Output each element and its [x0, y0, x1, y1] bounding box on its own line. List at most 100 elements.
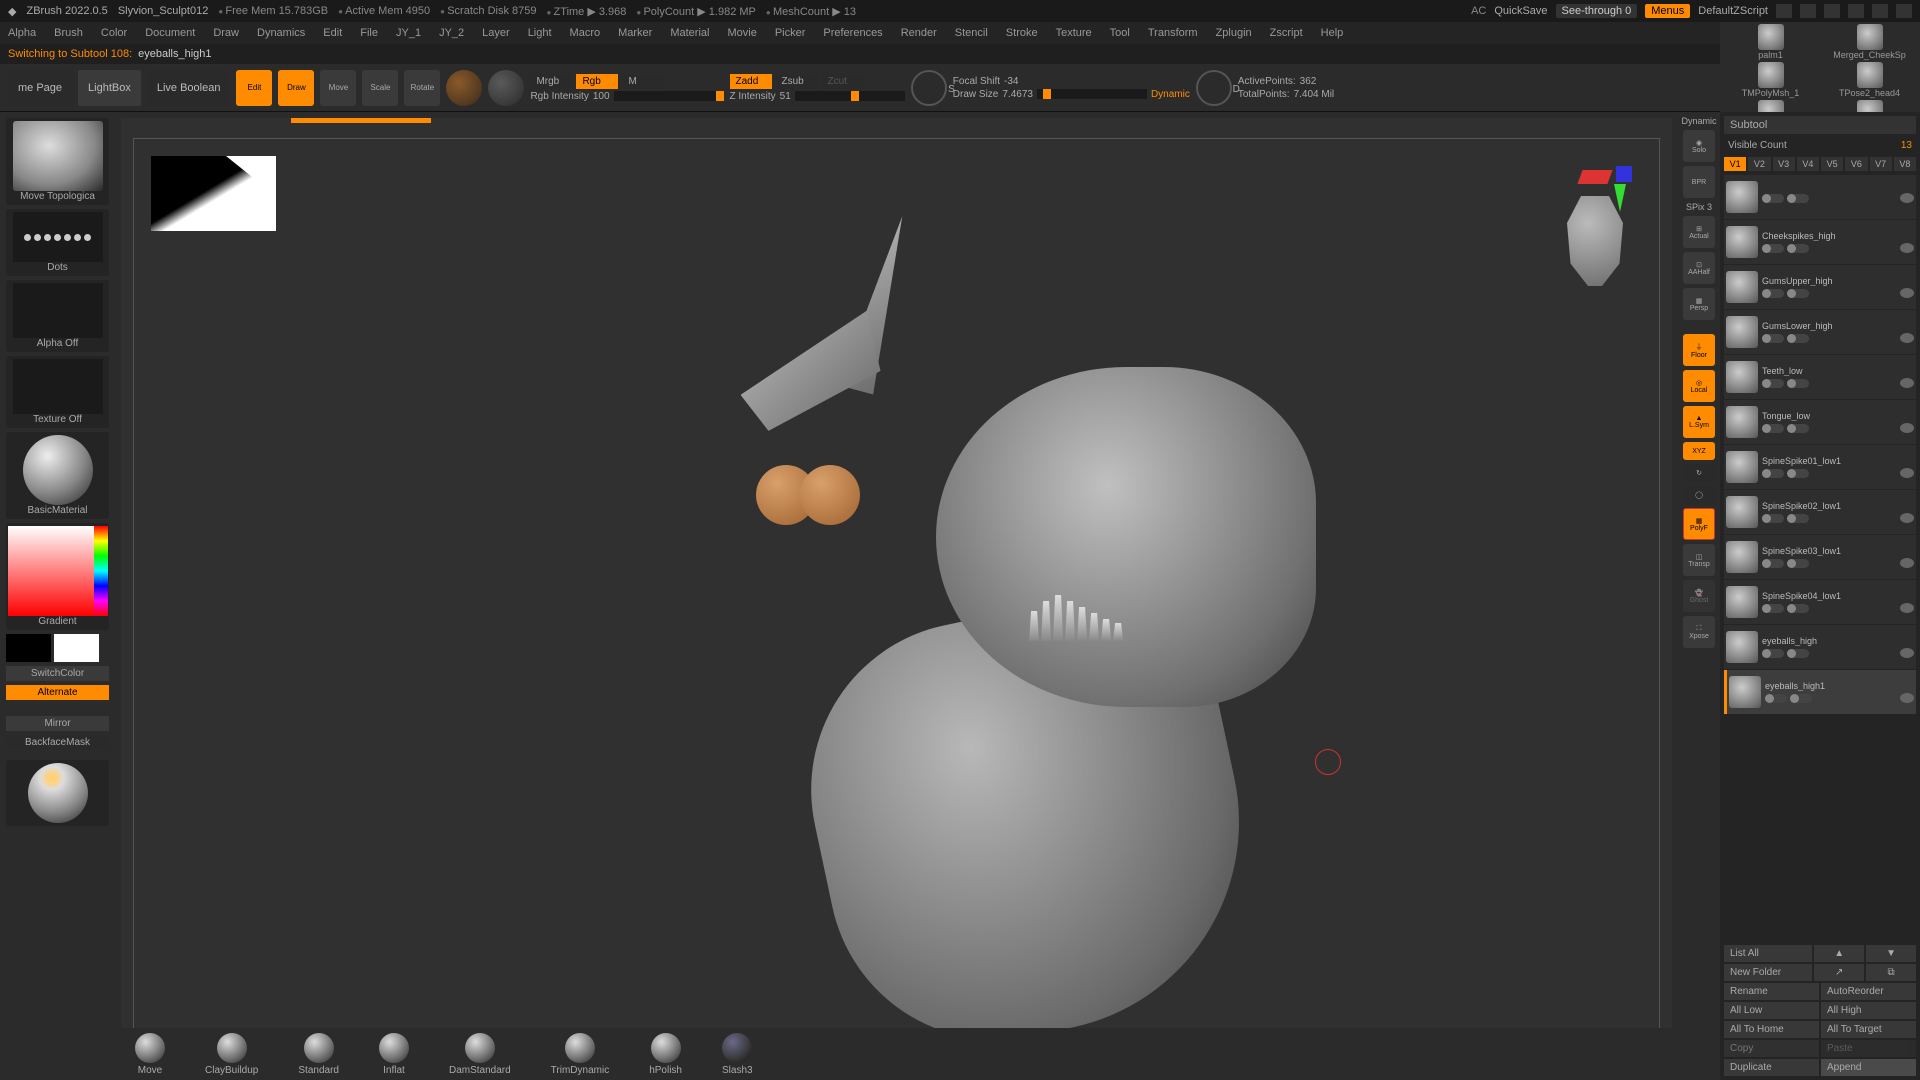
moveup-button[interactable]: ▲: [1814, 945, 1864, 962]
arrow-button[interactable]: ↗: [1814, 964, 1864, 981]
tool-thumb[interactable]: TPose2_head4: [1821, 62, 1918, 98]
shelf-brush-inflat[interactable]: Inflat: [379, 1033, 409, 1076]
view-tab-v4[interactable]: V4: [1797, 157, 1819, 171]
switchcolor-button[interactable]: SwitchColor: [6, 666, 109, 681]
listall-button[interactable]: List All: [1724, 945, 1812, 962]
subtool-toggle[interactable]: [1787, 469, 1809, 478]
duplicate-button[interactable]: Duplicate: [1724, 1059, 1819, 1076]
view-tab-v2[interactable]: V2: [1748, 157, 1770, 171]
color-picker-gradient[interactable]: [8, 526, 108, 616]
close-icon[interactable]: [1896, 4, 1912, 18]
mirror-button[interactable]: Mirror: [6, 716, 109, 731]
subtool-item[interactable]: Cheekspikes_high: [1724, 220, 1916, 264]
window-control-icon[interactable]: [1800, 4, 1816, 18]
view-tab-v5[interactable]: V5: [1821, 157, 1843, 171]
stroke-selector[interactable]: Dots: [6, 209, 109, 276]
alpha-selector[interactable]: Alpha Off: [6, 280, 109, 352]
draw-gauge-icon[interactable]: D: [1196, 70, 1232, 106]
mrgb-button[interactable]: Mrgb: [530, 74, 572, 89]
menu-color[interactable]: Color: [101, 27, 127, 39]
subtool-item[interactable]: Teeth_low: [1724, 355, 1916, 399]
menu-preferences[interactable]: Preferences: [823, 27, 882, 39]
gradient-label[interactable]: Gradient: [38, 616, 76, 627]
view-tab-v1[interactable]: V1: [1724, 157, 1746, 171]
ac-label[interactable]: AC: [1471, 5, 1486, 17]
menu-help[interactable]: Help: [1321, 27, 1344, 39]
shelf-brush-standard[interactable]: Standard: [298, 1033, 339, 1076]
shelf-brush-hpolish[interactable]: hPolish: [649, 1033, 682, 1076]
subtool-toggle[interactable]: [1762, 649, 1784, 658]
swatch-white[interactable]: [54, 634, 99, 662]
lightbox-button[interactable]: LightBox: [78, 70, 141, 106]
zcut-button[interactable]: Zcut: [822, 74, 864, 89]
append-button[interactable]: Append: [1821, 1059, 1916, 1076]
subtool-toggle[interactable]: [1787, 334, 1809, 343]
subtool-toggle[interactable]: [1765, 694, 1787, 703]
menu-jy1[interactable]: JY_1: [396, 27, 421, 39]
subtool-item[interactable]: eyeballs_high1: [1724, 670, 1916, 714]
subtool-toggle[interactable]: [1787, 289, 1809, 298]
allhigh-button[interactable]: All High: [1821, 1002, 1916, 1019]
alternate-button[interactable]: Alternate: [6, 685, 109, 700]
menu-stencil[interactable]: Stencil: [955, 27, 988, 39]
maximize-icon[interactable]: [1872, 4, 1888, 18]
local-button[interactable]: ◎Local: [1683, 370, 1715, 402]
window-control-icon[interactable]: [1776, 4, 1792, 18]
menus-button[interactable]: Menus: [1645, 4, 1690, 18]
draw-mode-button[interactable]: Draw: [278, 70, 314, 106]
subtool-toggle[interactable]: [1762, 379, 1784, 388]
persp-button[interactable]: ▦Persp: [1683, 288, 1715, 320]
menu-dynamics[interactable]: Dynamics: [257, 27, 305, 39]
subtool-toggle[interactable]: [1787, 514, 1809, 523]
subtool-header[interactable]: Subtool: [1724, 116, 1916, 134]
window-control-icon[interactable]: [1824, 4, 1840, 18]
menu-brush[interactable]: Brush: [54, 27, 83, 39]
autoreorder-button[interactable]: AutoReorder: [1821, 983, 1916, 1000]
subtool-toggle[interactable]: [1762, 194, 1784, 203]
menu-macro[interactable]: Macro: [570, 27, 601, 39]
edit-mode-button[interactable]: Edit: [236, 70, 272, 106]
subtool-toggle[interactable]: [1787, 379, 1809, 388]
menu-tool[interactable]: Tool: [1110, 27, 1130, 39]
tool-thumb[interactable]: palm1: [1722, 24, 1819, 60]
menu-jy2[interactable]: JY_2: [439, 27, 464, 39]
xyz-button[interactable]: XYZ: [1683, 442, 1715, 460]
rgb-intensity-slider[interactable]: [614, 91, 724, 101]
shelf-brush-trimdynamic[interactable]: TrimDynamic: [551, 1033, 610, 1076]
brush-selector[interactable]: Move Topologica: [6, 118, 109, 205]
alltohome-button[interactable]: All To Home: [1724, 1021, 1819, 1038]
copy-button[interactable]: Copy: [1724, 1040, 1819, 1057]
subtool-toggle[interactable]: [1787, 424, 1809, 433]
menu-light[interactable]: Light: [528, 27, 552, 39]
visibility-eye-icon[interactable]: [1900, 603, 1914, 613]
visibility-eye-icon[interactable]: [1900, 468, 1914, 478]
view-tab-v7[interactable]: V7: [1870, 157, 1892, 171]
texture-selector[interactable]: Texture Off: [6, 356, 109, 428]
subtool-item[interactable]: GumsUpper_high: [1724, 265, 1916, 309]
sphere-icon[interactable]: [488, 70, 524, 106]
subtool-toggle[interactable]: [1762, 334, 1784, 343]
rotate-mode-button[interactable]: Rotate: [404, 70, 440, 106]
visibility-eye-icon[interactable]: [1900, 648, 1914, 658]
subtool-toggle[interactable]: [1787, 604, 1809, 613]
subtool-toggle[interactable]: [1762, 424, 1784, 433]
solo-button[interactable]: ◉Solo: [1683, 130, 1715, 162]
visibility-eye-icon[interactable]: [1900, 693, 1914, 703]
menu-material[interactable]: Material: [670, 27, 709, 39]
subtool-toggle[interactable]: [1762, 514, 1784, 523]
visibility-eye-icon[interactable]: [1900, 243, 1914, 253]
rotate-lock-icon[interactable]: ↻: [1683, 464, 1715, 482]
subtool-toggle[interactable]: [1762, 469, 1784, 478]
visibility-eye-icon[interactable]: [1900, 333, 1914, 343]
move-mode-button[interactable]: Move: [320, 70, 356, 106]
subtool-item[interactable]: SpineSpike02_low1: [1724, 490, 1916, 534]
xpose-button[interactable]: ⛶Xpose: [1683, 616, 1715, 648]
movedown-button[interactable]: ▼: [1866, 945, 1916, 962]
visibility-eye-icon[interactable]: [1900, 288, 1914, 298]
subtool-item[interactable]: SpineSpike01_low1: [1724, 445, 1916, 489]
visibility-eye-icon[interactable]: [1900, 558, 1914, 568]
focal-gauge-icon[interactable]: S: [911, 70, 947, 106]
minimize-icon[interactable]: [1848, 4, 1864, 18]
document-thumbnail[interactable]: [151, 156, 276, 231]
color-picker[interactable]: Gradient: [6, 523, 109, 630]
